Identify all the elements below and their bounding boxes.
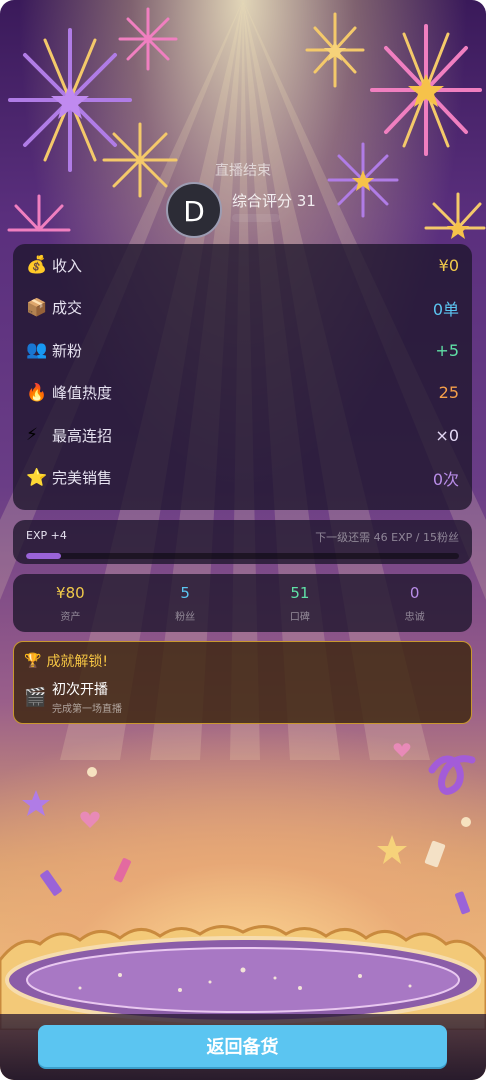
stat-label: 最高连招 (52, 426, 113, 445)
achievement-card: 🏆 成就解锁! 🎬 初次开播 完成第一场直播 (13, 641, 472, 724)
firework-decoration (118, 7, 178, 71)
achievement-item: 🎬 初次开播 完成第一场直播 (24, 679, 461, 715)
return-to-stock-button[interactable]: 返回备货 (38, 1025, 447, 1067)
exp-progress-fill (26, 553, 61, 559)
stat-label: 完美销售 (52, 469, 113, 488)
achievement-description: 完成第一场直播 (52, 704, 122, 715)
exp-panel: EXP +4 下一级还需 46 EXP / 15粉丝 (13, 520, 472, 564)
stat-row-max-combo: ⚡ 最高连招 ×0 (26, 414, 459, 457)
stat-row-peak-heat: 🔥 峰值热度 25 (26, 372, 459, 415)
resource-label: 忠诚 (404, 612, 425, 623)
resource-value: 51 (290, 584, 310, 602)
exp-gain-label: EXP +4 (26, 529, 67, 542)
live-ended-label: 直播结束 (215, 163, 271, 179)
stat-row-perfect-sales: ⭐ 完美销售 0次 (26, 457, 459, 500)
stat-value: 25 (438, 383, 459, 403)
firework-decoration (7, 194, 71, 232)
next-level-text: 下一级还需 46 EXP / 15粉丝 (315, 531, 459, 544)
star-icon: ⭐ (26, 467, 48, 488)
people-icon: 👥 (26, 340, 48, 361)
resource-label: 资产 (60, 612, 81, 623)
resource-reputation: 51 口碑 (243, 584, 358, 632)
achievement-header: 🏆 成就解锁! (24, 651, 461, 671)
stat-label: 新粉 (52, 341, 83, 360)
stat-value: 0次 (432, 469, 459, 489)
stat-label: 收入 (52, 256, 83, 275)
exp-progress-bar (26, 553, 459, 559)
firework-decoration (424, 192, 486, 239)
stat-row-new-fans: 👥 新粉 +5 (26, 329, 459, 372)
achievement-name: 初次开播 (52, 682, 108, 698)
resource-value: 5 (180, 584, 190, 602)
confetti-decoration (22, 743, 476, 915)
resources-panel: ¥80 资产 5 粉丝 51 口碑 0 忠诚 (13, 574, 472, 632)
stat-value: 0单 (432, 299, 459, 319)
resource-loyalty: 0 忠诚 (357, 584, 472, 632)
firework-decoration (327, 142, 399, 218)
resource-label: 粉丝 (175, 612, 196, 623)
avatar: D (166, 182, 222, 238)
resource-value: 0 (409, 584, 420, 602)
stat-value: ×0 (435, 425, 459, 445)
overall-score: 综合评分 31 (232, 192, 316, 210)
score-subtext-placeholder (232, 214, 280, 222)
trophy-icon: 🏆 (24, 653, 42, 669)
resource-label: 口碑 (289, 612, 310, 623)
stat-label: 成交 (52, 299, 83, 318)
firework-decoration (370, 24, 482, 156)
stat-row-income: 💰 收入 ¥0 (26, 244, 459, 287)
achievement-header-title: 成就解锁! (46, 654, 109, 670)
firework-decoration (305, 12, 365, 88)
resource-assets: ¥80 资产 (13, 584, 128, 632)
lightning-icon: ⚡ (26, 425, 38, 446)
money-bag-icon: 💰 (26, 255, 48, 276)
clapperboard-icon: 🎬 (24, 686, 47, 708)
stat-label: 峰值热度 (52, 384, 113, 403)
stats-panel: 💰 收入 ¥0 📦 成交 0单 👥 新粉 +5 🔥 峰值热度 25 ⚡ 最高连招… (13, 244, 472, 510)
package-icon: 📦 (26, 297, 48, 318)
fire-icon: 🔥 (26, 382, 48, 403)
stat-value: +5 (435, 340, 459, 360)
resource-value: ¥80 (56, 584, 85, 602)
resource-fans: 5 粉丝 (128, 584, 243, 632)
stat-value: ¥0 (438, 255, 459, 275)
live-end-screen: 直播结束 D 综合评分 31 💰 收入 ¥0 📦 成交 0单 👥 新粉 +5 🔥… (0, 0, 486, 1080)
stat-row-deals: 📦 成交 0单 (26, 287, 459, 330)
